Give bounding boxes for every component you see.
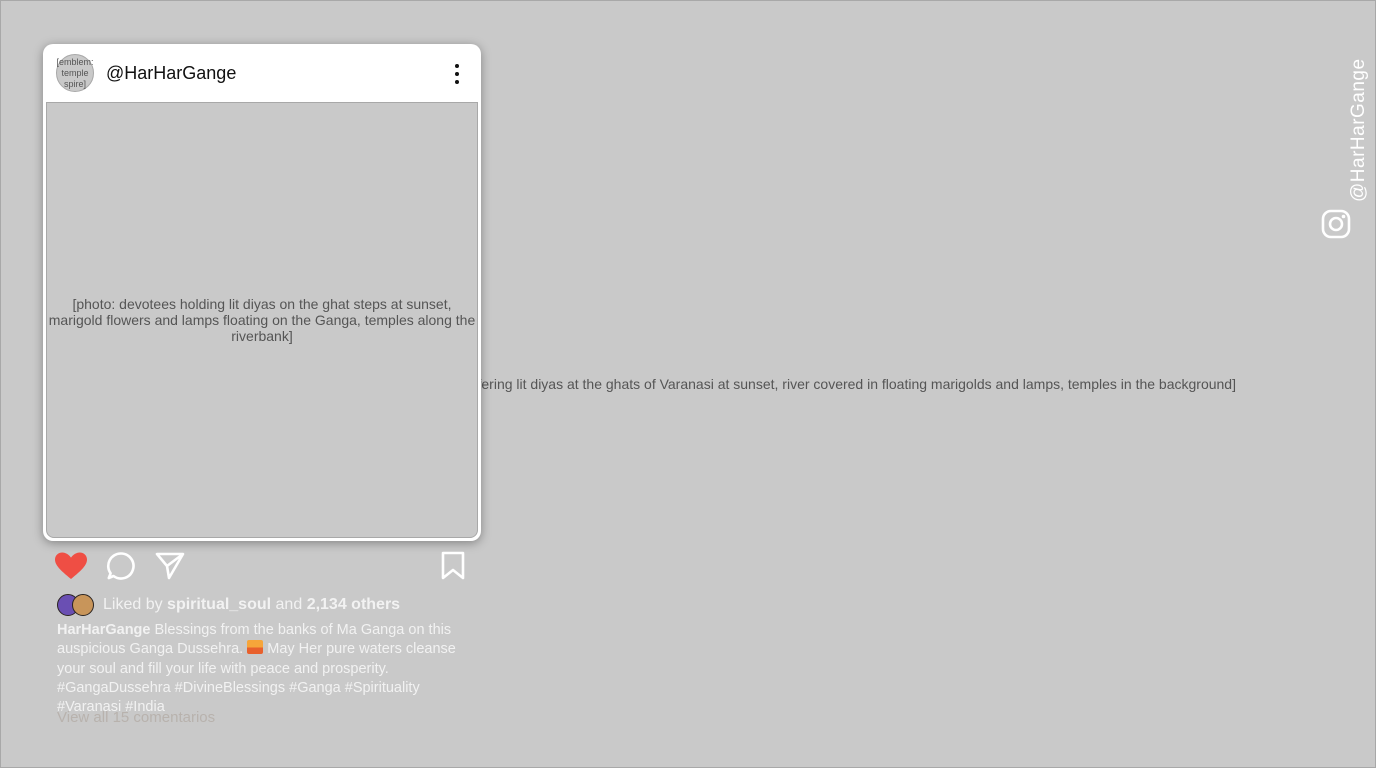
avatar[interactable]: [emblem: temple spire] — [56, 54, 94, 92]
post-username[interactable]: @HarHarGange — [106, 63, 236, 84]
share-icon[interactable] — [155, 551, 185, 581]
liker-avatar — [72, 594, 94, 616]
more-options-icon[interactable] — [451, 64, 463, 84]
likes-middle: and — [275, 596, 303, 613]
post-caption: HarHarGange Blessings from the banks of … — [57, 621, 487, 717]
caption-author[interactable]: HarHarGange — [57, 622, 150, 638]
sunrise-emoji-icon — [247, 640, 264, 655]
heart-icon[interactable] — [54, 551, 88, 581]
post-photo[interactable]: [photo: devotees holding lit diyas on th… — [46, 102, 478, 538]
comment-icon[interactable] — [106, 551, 136, 581]
liker-avatars[interactable] — [57, 594, 97, 616]
post-card: [emblem: temple spire] @HarHarGange [pho… — [43, 44, 481, 541]
view-comments-link[interactable]: View all 15 comentarios — [57, 709, 215, 726]
instagram-icon — [1321, 209, 1351, 239]
liker-username[interactable]: spiritual_soul — [167, 596, 271, 614]
watermark-handle: @HarHarGange — [1348, 58, 1369, 202]
likes-row: Liked by spiritual_soul and 2,134 others — [57, 594, 400, 616]
bookmark-icon[interactable] — [440, 551, 466, 581]
likes-prefix: Liked by — [103, 596, 163, 613]
likes-count[interactable]: 2,134 others — [307, 596, 400, 614]
post-header: [emblem: temple spire] @HarHarGange — [43, 44, 481, 102]
